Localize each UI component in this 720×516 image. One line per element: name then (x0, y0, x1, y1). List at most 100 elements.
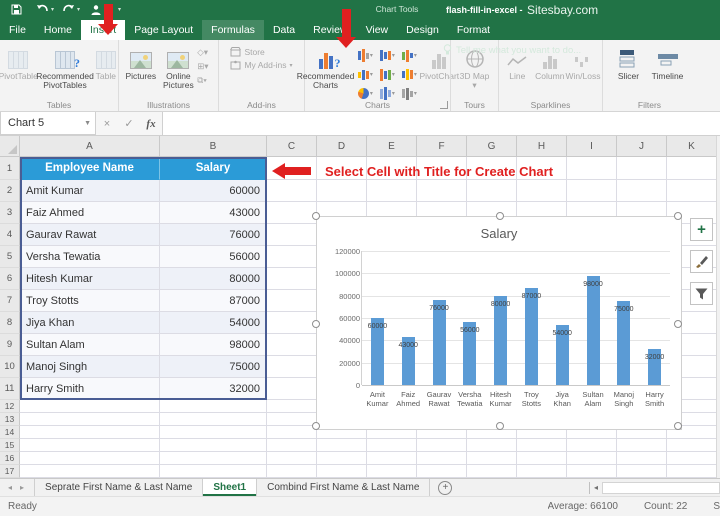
column-header-I[interactable]: I (567, 136, 617, 157)
column-header-B[interactable]: B (160, 136, 267, 157)
row-number-7[interactable]: 7 (0, 290, 20, 312)
row-number-16[interactable]: 16 (0, 452, 20, 465)
cell-G16[interactable] (467, 452, 517, 465)
name-box[interactable]: Chart 5 ▼ (0, 112, 96, 135)
cell-C12[interactable] (267, 400, 317, 413)
cell-C8[interactable] (267, 312, 317, 334)
cell-C15[interactable] (267, 439, 317, 452)
sheet-tab-combind-first-name-last-name[interactable]: Combind First Name & Last Name (257, 479, 430, 496)
cell-I16[interactable] (567, 452, 617, 465)
cell-A5[interactable]: Versha Tewatia (20, 246, 160, 268)
chart-selection-handle[interactable] (312, 422, 320, 430)
salary-chart[interactable]: Salary 120000100000800006000040000200000… (316, 216, 682, 430)
cell-B15[interactable] (160, 439, 267, 452)
cell-H16[interactable] (517, 452, 567, 465)
chart-selection-handle[interactable] (674, 212, 682, 220)
scatter-chart-icon[interactable]: ▾ (354, 65, 376, 84)
row-number-12[interactable]: 12 (0, 400, 20, 413)
cell-E17[interactable] (367, 465, 417, 478)
cell-K15[interactable] (667, 439, 717, 452)
name-box-dropdown-icon[interactable]: ▼ (84, 120, 91, 127)
chart-selection-handle[interactable] (496, 422, 504, 430)
cell-A6[interactable]: Hitesh Kumar (20, 268, 160, 290)
cell-J16[interactable] (617, 452, 667, 465)
cell-I15[interactable] (567, 439, 617, 452)
redo-dropdown-icon[interactable]: ▾ (77, 6, 80, 13)
cell-C10[interactable] (267, 356, 317, 378)
sheet-tab-sheet1[interactable]: Sheet1 (203, 479, 257, 496)
shapes-icon[interactable]: ◇▾ (197, 47, 215, 58)
row-number-10[interactable]: 10 (0, 356, 20, 378)
cell-K17[interactable] (667, 465, 717, 478)
qat-customize-icon[interactable]: ▾ (118, 6, 121, 13)
cell-B11[interactable]: 32000 (160, 378, 267, 400)
cell-A11[interactable]: Harry Smith (20, 378, 160, 400)
bar-sultan-alam[interactable] (587, 276, 600, 385)
cell-B16[interactable] (160, 452, 267, 465)
cell-C9[interactable] (267, 334, 317, 356)
screenshot-icon[interactable]: ⧉▾ (197, 75, 215, 86)
cell-G2[interactable] (467, 180, 517, 202)
cancel-button[interactable]: × (96, 112, 118, 135)
smartart-icon[interactable]: ⊞▾ (197, 61, 215, 72)
cell-A9[interactable]: Sultan Alam (20, 334, 160, 356)
cell-F16[interactable] (417, 452, 467, 465)
row-number-13[interactable]: 13 (0, 413, 20, 426)
tab-file[interactable]: File (0, 20, 35, 40)
column-header-E[interactable]: E (367, 136, 417, 157)
table-button[interactable]: Table (94, 43, 118, 81)
cell-I1[interactable] (567, 157, 617, 180)
bar-troy-stotts[interactable] (525, 288, 538, 385)
cell-D17[interactable] (317, 465, 367, 478)
slicer-button[interactable]: Slicer (611, 43, 647, 81)
chart-title[interactable]: Salary (317, 226, 681, 241)
combo-chart-icon[interactable]: ▾ (398, 65, 420, 84)
sheet-tab-seprate-first-name-last-name[interactable]: Seprate First Name & Last Name (34, 479, 203, 496)
column-header-G[interactable]: G (467, 136, 517, 157)
cell-A8[interactable]: Jiya Khan (20, 312, 160, 334)
cell-H2[interactable] (517, 180, 567, 202)
chart-selection-handle[interactable] (312, 212, 320, 220)
pivottable-button[interactable]: PivotTable (0, 43, 36, 81)
tab-view[interactable]: View (357, 20, 398, 40)
row-number-5[interactable]: 5 (0, 246, 20, 268)
bar-manoj-singh[interactable] (617, 301, 630, 385)
undo-icon[interactable] (34, 2, 50, 17)
row-number-3[interactable]: 3 (0, 202, 20, 224)
cell-J1[interactable] (617, 157, 667, 180)
cell-C17[interactable] (267, 465, 317, 478)
tab-format[interactable]: Format (448, 20, 499, 40)
cell-G15[interactable] (467, 439, 517, 452)
column-header-H[interactable]: H (517, 136, 567, 157)
cell-J2[interactable] (617, 180, 667, 202)
cell-A14[interactable] (20, 426, 160, 439)
save-icon[interactable] (8, 2, 24, 17)
chart-elements-button[interactable]: + (690, 218, 713, 241)
tell-me-box[interactable]: Tell me what you want to do... (443, 40, 581, 60)
chart-styles-button[interactable] (690, 250, 713, 273)
chart-selection-handle[interactable] (674, 422, 682, 430)
cell-B4[interactable]: 76000 (160, 224, 267, 246)
cell-B6[interactable]: 80000 (160, 268, 267, 290)
line-chart-icon[interactable]: ▾ (376, 65, 398, 84)
chart-filters-button[interactable] (690, 282, 713, 305)
chart-selection-handle[interactable] (496, 212, 504, 220)
cell-K16[interactable] (667, 452, 717, 465)
row-number-14[interactable]: 14 (0, 426, 20, 439)
enter-button[interactable]: ✓ (118, 112, 140, 135)
cell-C2[interactable] (267, 180, 317, 202)
cell-B1[interactable]: Salary (160, 157, 267, 180)
cell-A17[interactable] (20, 465, 160, 478)
tab-home[interactable]: Home (35, 20, 81, 40)
cell-I2[interactable] (567, 180, 617, 202)
cell-C14[interactable] (267, 426, 317, 439)
cell-B2[interactable]: 60000 (160, 180, 267, 202)
cell-E16[interactable] (367, 452, 417, 465)
tab-design[interactable]: Design (397, 20, 448, 40)
cell-B17[interactable] (160, 465, 267, 478)
row-number-9[interactable]: 9 (0, 334, 20, 356)
cell-B9[interactable]: 98000 (160, 334, 267, 356)
my-addins-button[interactable]: My Add-ins ▾ (230, 60, 292, 70)
row-number-2[interactable]: 2 (0, 180, 20, 202)
cell-C5[interactable] (267, 246, 317, 268)
